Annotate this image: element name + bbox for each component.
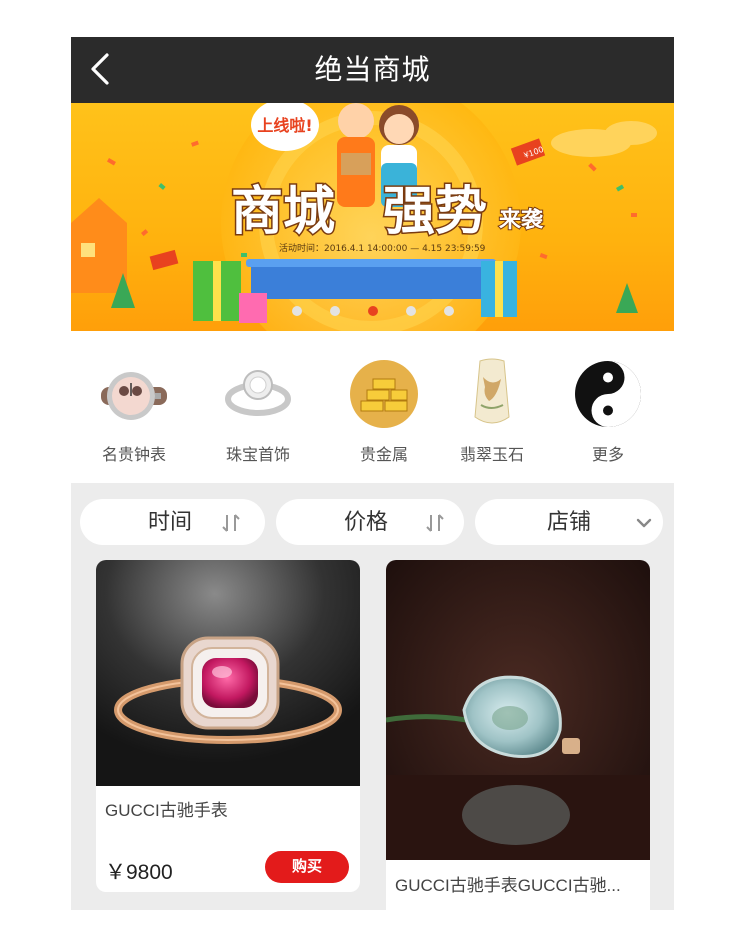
product-image <box>386 560 650 860</box>
filter-label: 店铺 <box>547 509 592 534</box>
chevron-down-icon <box>636 518 652 528</box>
product-card[interactable]: GUCCI古驰手表GUCCI古驰... <box>386 560 650 910</box>
product-image <box>96 560 360 786</box>
product-name: GUCCI古驰手表GUCCI古驰... <box>395 876 621 895</box>
sort-icon <box>222 514 240 532</box>
category-label: 珠宝首饰 <box>225 447 290 464</box>
product-price: ￥9800 <box>105 861 173 884</box>
category-jade[interactable]: 翡翠玉石 <box>437 357 547 465</box>
banner-badge: 上线啦! <box>257 116 312 135</box>
filter-time[interactable]: 时间 <box>80 499 265 545</box>
banner-headline-1: 商城 <box>231 182 335 242</box>
category-label: 翡翠玉石 <box>459 447 524 464</box>
category-precious-metals[interactable]: 贵金属 <box>329 357 439 465</box>
category-label: 更多 <box>591 447 624 464</box>
category-watches[interactable]: 名贵钟表 <box>79 357 189 465</box>
buy-button[interactable]: 购买 <box>265 851 349 883</box>
carousel-dot[interactable] <box>329 306 340 316</box>
gold-bars-icon <box>347 357 421 431</box>
filter-store[interactable]: 店铺 <box>475 499 663 545</box>
filter-price[interactable]: 价格 <box>276 499 464 545</box>
jade-icon <box>455 357 529 431</box>
banner-headline-2: 强势 <box>383 182 487 242</box>
ring-icon <box>221 357 295 431</box>
banner-artwork: 上线啦! 商城 强势 来袭 活动时间：2016.4.1 14:00:00 — 4… <box>71 103 657 331</box>
category-label: 贵金属 <box>359 447 408 464</box>
category-row: 名贵钟表 珠宝首饰 贵金属 翡翠玉石 更多 <box>71 331 674 483</box>
app-screen: 绝当商城 上线啦! 商城 强势 来袭 活动时间：2016.4.1 14:00:0… <box>71 37 674 910</box>
banner-headline-suffix: 来袭 <box>498 208 544 233</box>
category-label: 名贵钟表 <box>101 447 166 464</box>
sort-icon <box>426 514 444 532</box>
product-name: GUCCI古驰手表 <box>105 801 228 820</box>
filter-label: 时间 <box>148 509 193 534</box>
watch-icon <box>97 357 171 431</box>
yin-yang-icon <box>571 357 645 431</box>
promo-banner[interactable]: 上线啦! 商城 强势 来袭 活动时间：2016.4.1 14:00:00 — 4… <box>71 103 674 331</box>
banner-activity-time: 活动时间：2016.4.1 14:00:00 — 4.15 23:59:59 <box>279 242 486 254</box>
product-list-area: 时间 价格 店铺 GUCCI古驰手表 ￥9800 购买 GUCCI古驰手表GUC… <box>71 483 674 910</box>
category-jewelry[interactable]: 珠宝首饰 <box>203 357 313 465</box>
category-more[interactable]: 更多 <box>553 357 663 465</box>
carousel-dot[interactable] <box>443 306 454 316</box>
page-title: 绝当商城 <box>314 54 431 85</box>
top-nav-bar: 绝当商城 <box>71 37 674 103</box>
product-card[interactable]: GUCCI古驰手表 ￥9800 购买 <box>96 560 360 892</box>
carousel-dot[interactable] <box>405 306 416 316</box>
filter-label: 价格 <box>344 509 389 534</box>
carousel-indicators <box>71 306 674 316</box>
carousel-dot-active[interactable] <box>367 306 378 316</box>
carousel-dot[interactable] <box>291 306 302 316</box>
